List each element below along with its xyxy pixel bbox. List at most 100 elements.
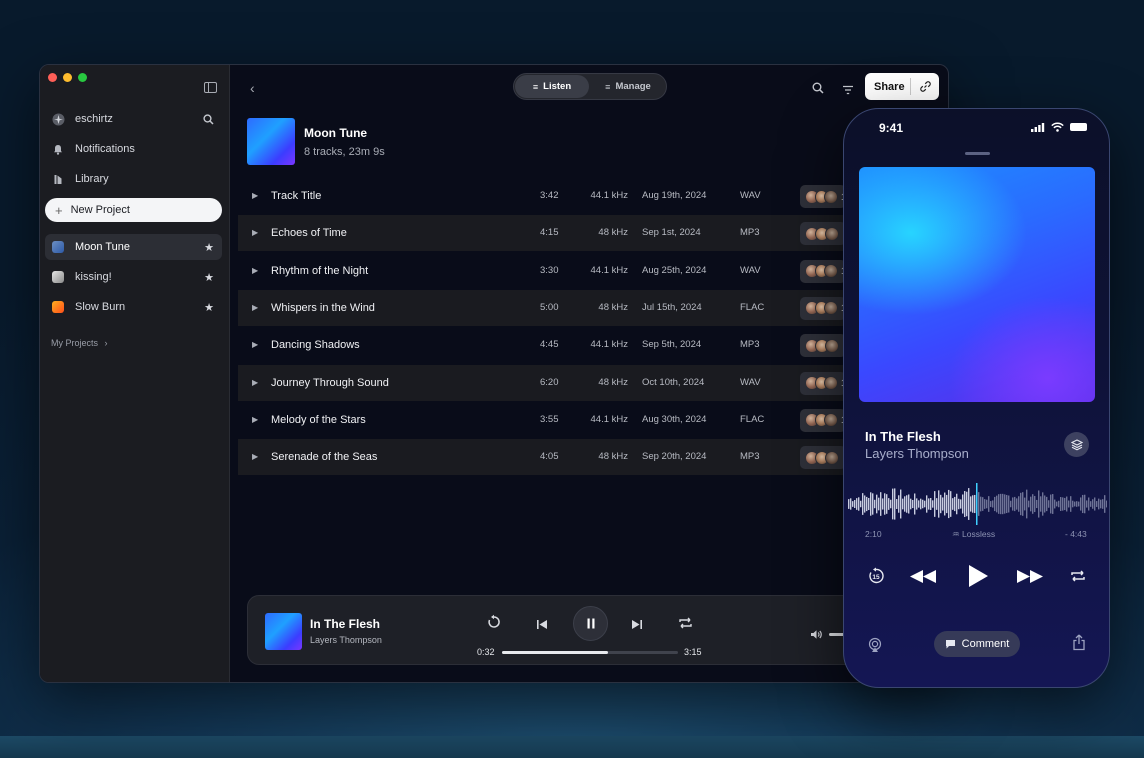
avatar	[825, 226, 839, 241]
tab-manage[interactable]: ≡ Manage	[591, 75, 665, 98]
waveform-bar	[912, 499, 914, 509]
star-icon[interactable]: ★	[204, 271, 214, 284]
track-row[interactable]: ▶ Dancing Shadows 4:45 44.1 kHz Sep 5th, 202…	[238, 327, 858, 363]
track-duration: 3:55	[540, 413, 559, 425]
pause-icon	[587, 618, 594, 629]
play-icon[interactable]: ▶	[252, 191, 258, 200]
comment-button[interactable]: Comment	[934, 631, 1020, 657]
play-icon[interactable]: ▶	[252, 303, 258, 312]
play-icon[interactable]	[967, 564, 989, 593]
waveform-bar	[910, 498, 912, 510]
progress-fill	[502, 651, 608, 654]
waveform-bar	[926, 495, 928, 513]
sidebar-toggle-icon[interactable]	[204, 82, 217, 93]
skip-back-15-icon[interactable]: 15	[867, 567, 885, 590]
stack-button[interactable]	[1064, 432, 1089, 457]
avatar	[824, 301, 838, 316]
link-icon[interactable]	[911, 81, 939, 92]
collaborator-avatars[interactable]	[800, 446, 846, 470]
waveform-bar	[1072, 500, 1074, 508]
minimize-window-button[interactable]	[63, 73, 72, 82]
progress-bar[interactable]	[502, 651, 678, 654]
next-track-icon[interactable]	[631, 617, 643, 635]
track-row[interactable]: ▶ Whispers in the Wind 5:00 48 kHz Jul 15th,…	[238, 289, 858, 326]
sidebar-project-slow-burn[interactable]: Slow Burn ★	[45, 294, 222, 320]
my-projects-link[interactable]: My Projects ›	[51, 338, 108, 348]
playhead[interactable]	[976, 483, 978, 525]
waveform-bar	[854, 499, 856, 509]
play-icon[interactable]: ▶	[252, 266, 258, 275]
airplay-icon[interactable]	[867, 637, 883, 658]
collaborator-avatars[interactable]: 1	[800, 296, 846, 320]
play-icon[interactable]: ▶	[252, 228, 258, 237]
back-chevron-icon[interactable]: ‹	[250, 80, 255, 96]
sidebar-item-notifications[interactable]: Notifications	[45, 136, 222, 162]
close-window-button[interactable]	[48, 73, 57, 82]
repeat-icon[interactable]	[1070, 569, 1086, 588]
collaborator-avatars[interactable]: 1	[800, 259, 846, 283]
waveform-bar	[1022, 492, 1024, 516]
track-sample-rate: 48 kHz	[598, 376, 628, 388]
sidebar-project-kissing[interactable]: kissing! ★	[45, 264, 222, 290]
waveform-bar	[952, 498, 954, 510]
desktop-window: eschirtz Notifications Library + New Pro…	[39, 64, 949, 683]
play-icon[interactable]: ▶	[252, 378, 258, 387]
track-row[interactable]: ▶ Track Title 3:42 44.1 kHz Aug 19th, 2024 WA…	[238, 178, 858, 214]
volume-icon[interactable]	[810, 627, 822, 645]
play-icon[interactable]: ▶	[252, 340, 258, 349]
new-project-button[interactable]: + New Project	[45, 198, 222, 222]
track-title: Dancing Shadows	[271, 339, 360, 352]
track-row[interactable]: ▶ Melody of the Stars 3:55 44.1 kHz Aug 30th…	[238, 402, 858, 438]
collaborator-avatars[interactable]: 1	[800, 408, 846, 432]
collaborator-avatars[interactable]: 1	[800, 185, 846, 208]
search-icon[interactable]	[203, 114, 214, 128]
collaborator-avatars[interactable]: 1	[800, 371, 846, 395]
waveform-bar	[892, 488, 894, 520]
track-format: MP3	[740, 339, 760, 351]
waveform-bar	[1066, 496, 1068, 512]
collaborator-avatars[interactable]	[800, 334, 846, 358]
waveform-bar	[1032, 494, 1034, 514]
sidebar-user[interactable]: eschirtz	[45, 106, 222, 132]
rewind-icon[interactable]	[909, 569, 937, 589]
filter-icon[interactable]	[842, 82, 854, 100]
track-row[interactable]: ▶ Serenade of the Seas 4:05 48 kHz Sep 20th,…	[238, 439, 858, 476]
project-cover-art	[247, 118, 295, 165]
maximize-window-button[interactable]	[78, 73, 87, 82]
play-icon[interactable]: ▶	[252, 452, 258, 461]
sidebar-project-moon-tune[interactable]: Moon Tune ★	[45, 234, 222, 260]
search-icon[interactable]	[812, 81, 824, 99]
waveform-bar	[934, 491, 936, 517]
track-row[interactable]: ▶ Echoes of Time 4:15 48 kHz Sep 1st, 2024 MP…	[238, 215, 858, 252]
star-icon[interactable]: ★	[204, 301, 214, 314]
waveform-bar	[920, 498, 922, 510]
waveform-bar	[850, 498, 852, 510]
replay-icon[interactable]	[486, 614, 502, 635]
waveform-bar	[964, 491, 966, 517]
tab-listen[interactable]: ≡ Listen	[515, 75, 589, 98]
waveform-bar	[1030, 496, 1032, 512]
star-icon[interactable]: ★	[204, 241, 214, 254]
waveform-scrubber[interactable]	[848, 483, 1107, 525]
waveform-bar	[1018, 496, 1020, 512]
collaborator-avatars[interactable]	[800, 222, 846, 246]
waveform-bar	[1070, 496, 1072, 512]
drag-handle[interactable]	[965, 152, 990, 155]
repeat-icon[interactable]	[678, 616, 693, 635]
pause-button[interactable]	[573, 606, 608, 641]
sidebar-item-library[interactable]: Library	[45, 166, 222, 192]
previous-track-icon[interactable]	[536, 617, 548, 635]
play-icon[interactable]: ▶	[252, 415, 258, 424]
waveform-bar	[924, 500, 926, 508]
waveform-bar	[1094, 497, 1096, 511]
queue-icon: ≡	[532, 81, 539, 92]
track-row[interactable]: ▶ Rhythm of the Night 3:30 44.1 kHz Aug 25th…	[238, 253, 858, 289]
waveform-bar	[1062, 497, 1064, 511]
project-subtitle: 8 tracks, 23m 9s	[304, 146, 385, 158]
fast-forward-icon[interactable]	[1016, 569, 1044, 589]
share-button[interactable]: Share	[865, 73, 939, 100]
track-row[interactable]: ▶ Journey Through Sound 6:20 48 kHz Oct 10th…	[238, 364, 858, 401]
share-label: Share	[874, 80, 905, 93]
share-icon[interactable]	[1072, 634, 1086, 656]
waveform-bar	[848, 499, 850, 509]
